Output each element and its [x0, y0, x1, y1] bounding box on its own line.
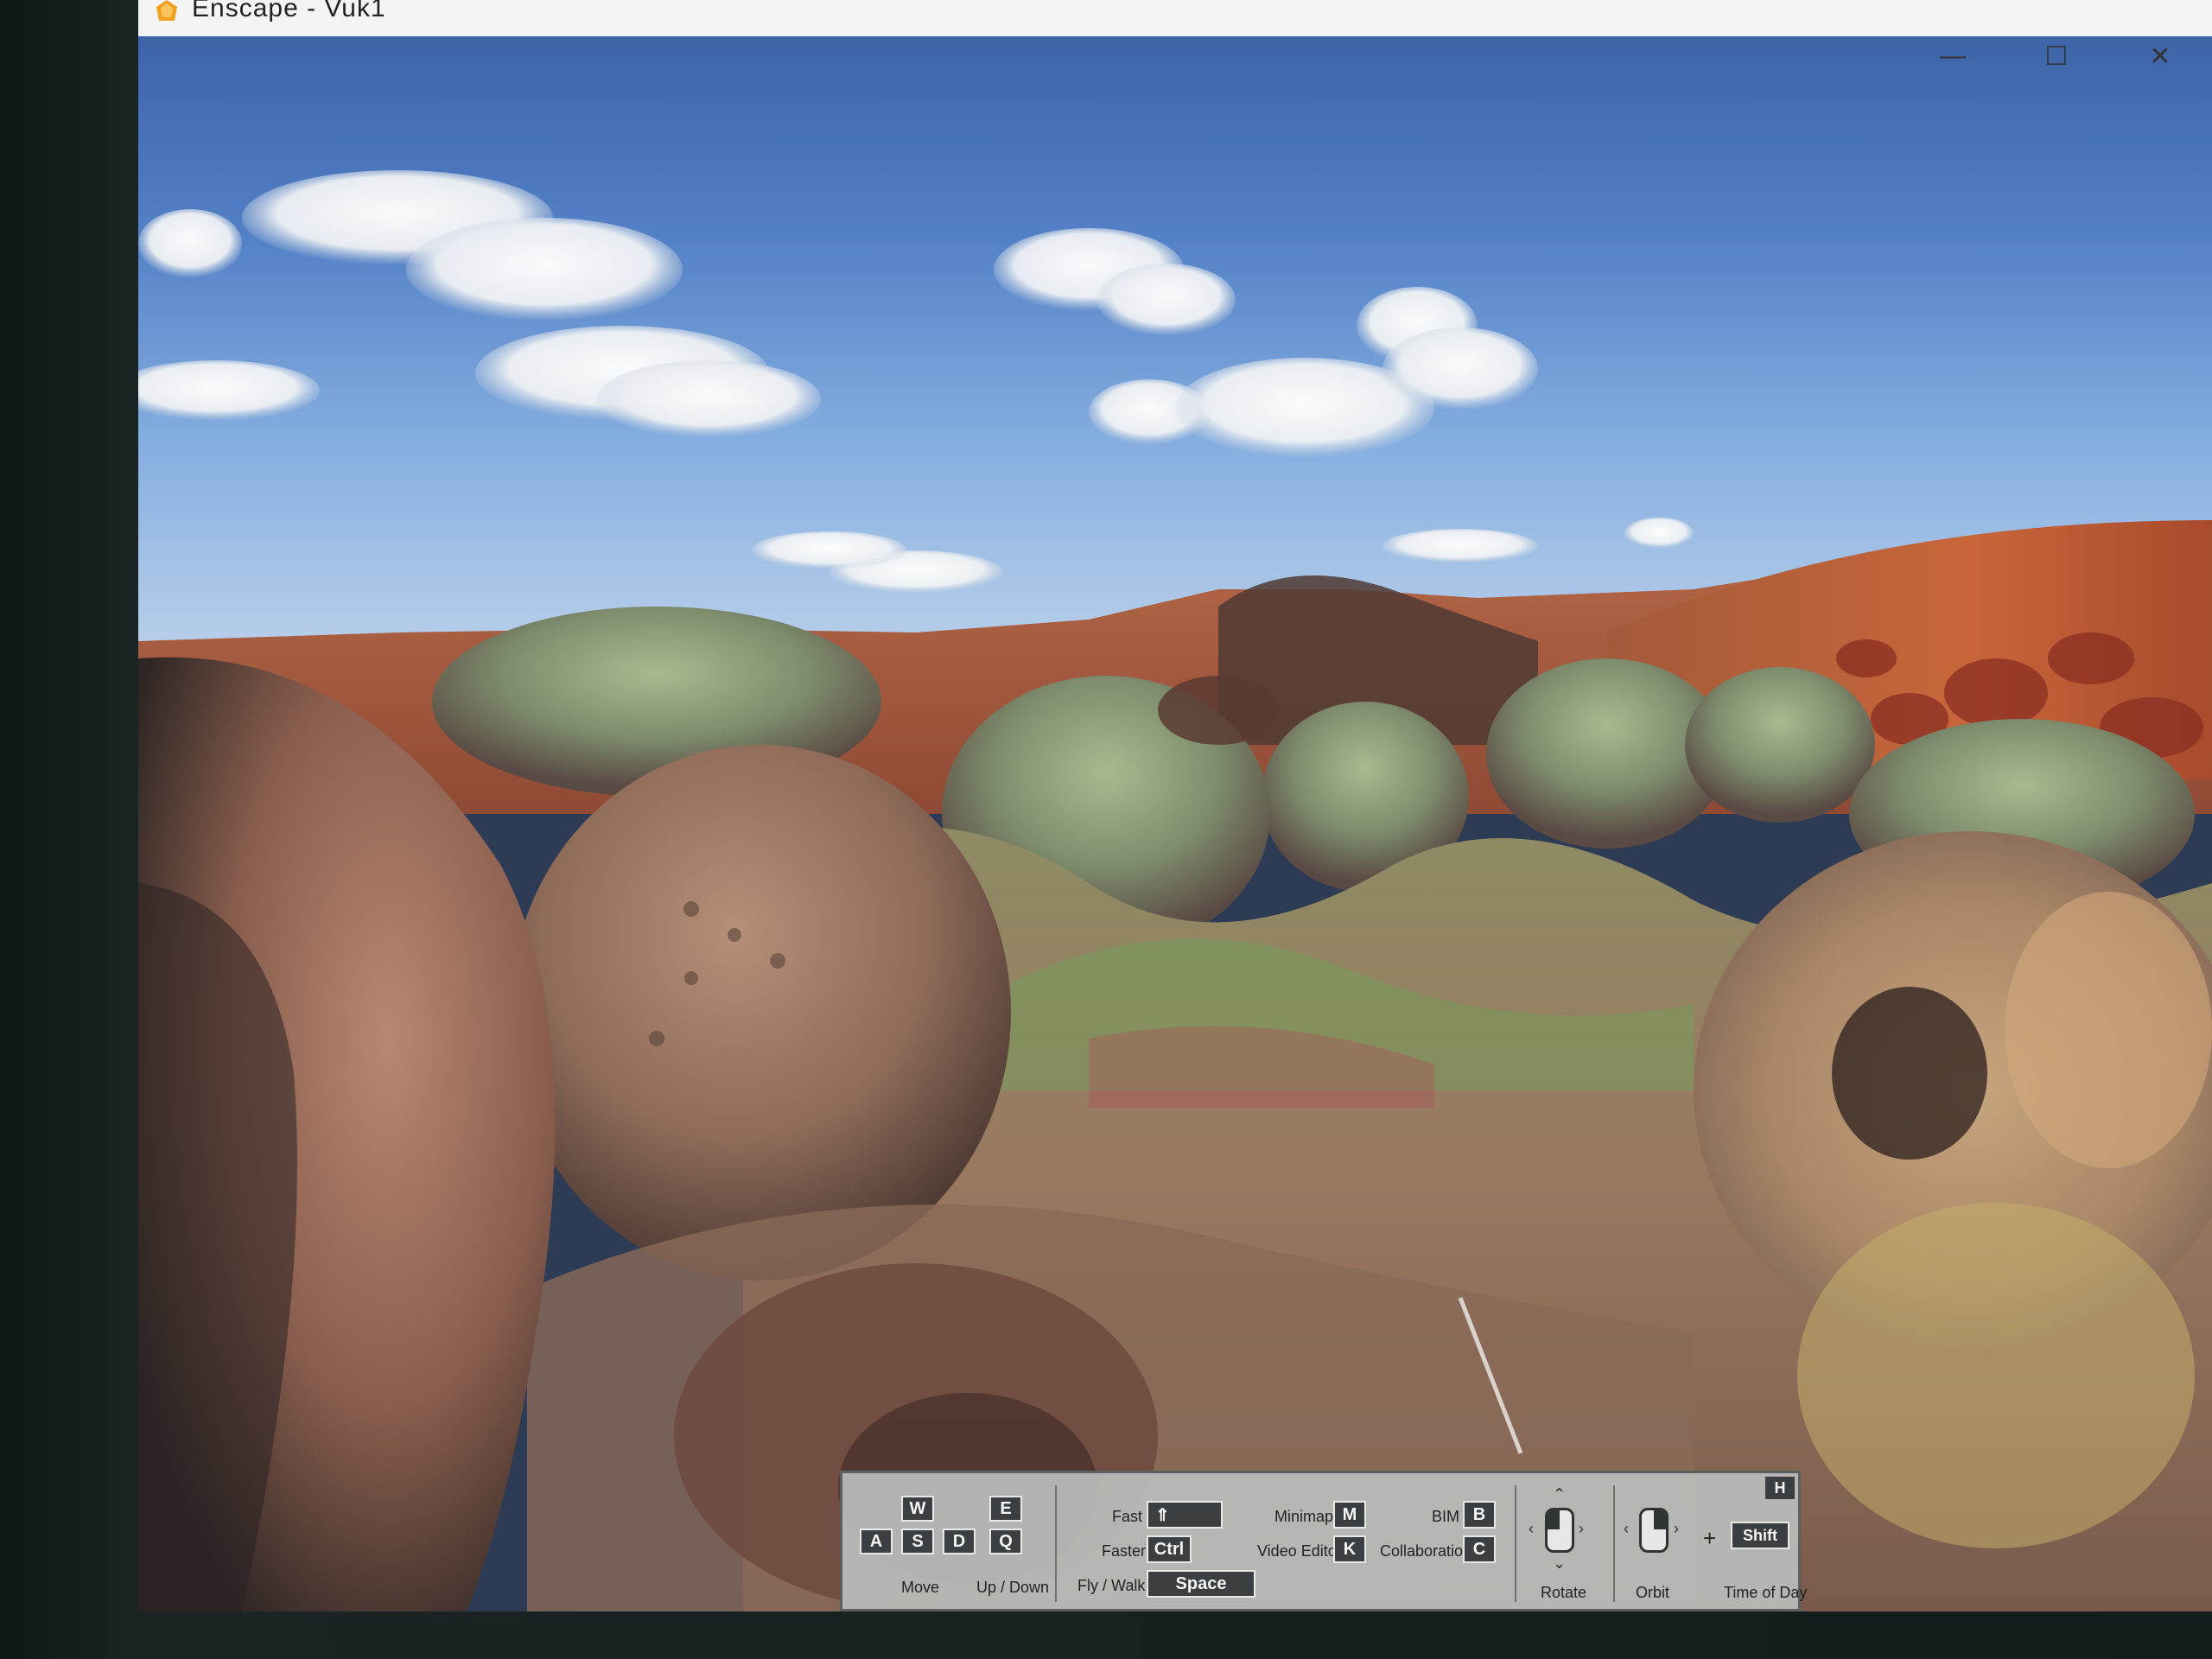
divider — [1515, 1485, 1516, 1602]
key-w: W — [901, 1496, 934, 1522]
maximize-button[interactable]: ☐ — [2005, 35, 2108, 78]
title-bar[interactable]: Enscape - Vuk1 — [138, 0, 2212, 36]
arrow-up-icon: ⌃ — [1553, 1485, 1567, 1503]
3d-viewport[interactable]: H W A S D E Q Move Up / Down Fast ⇑ Fast… — [138, 36, 2212, 1611]
key-m: M — [1333, 1501, 1366, 1529]
key-k: K — [1333, 1535, 1366, 1563]
label-move: Move — [901, 1579, 940, 1596]
key-q: Q — [989, 1529, 1022, 1554]
label-video-editor: Video Editor — [1257, 1542, 1342, 1560]
arrow-down-icon: ⌄ — [1553, 1554, 1567, 1572]
label-minimap: Minimap — [1274, 1508, 1334, 1525]
arrow-left-icon: ‹ — [1529, 1520, 1534, 1537]
key-b: B — [1463, 1501, 1496, 1529]
key-space: Space — [1147, 1570, 1255, 1598]
label-faster: Faster — [1102, 1542, 1147, 1560]
terrain-scene — [138, 170, 2212, 1611]
key-shift: Shift — [1731, 1522, 1789, 1549]
key-e: E — [989, 1496, 1022, 1522]
label-collaboration: Collaboration — [1380, 1542, 1472, 1560]
key-a: A — [860, 1529, 893, 1554]
arrow-right-icon: › — [1579, 1520, 1584, 1537]
minimize-button[interactable]: — — [1901, 35, 2005, 78]
key-d: D — [943, 1529, 976, 1554]
help-toggle-key[interactable]: H — [1765, 1477, 1795, 1499]
label-rotate: Rotate — [1541, 1584, 1587, 1601]
divider — [1613, 1485, 1615, 1602]
arrow-right-icon: › — [1674, 1520, 1679, 1537]
enscape-window: Enscape - Vuk1 H W A S D E Q Move Up / D… — [138, 0, 2212, 1611]
label-bim: BIM — [1432, 1508, 1460, 1525]
divider — [1055, 1485, 1057, 1602]
label-plus: + — [1703, 1525, 1717, 1551]
arrow-left-icon: ‹ — [1624, 1520, 1629, 1537]
window-controls: — ☐ ✕ — [1901, 35, 2212, 78]
label-fly-walk: Fly / Walk — [1077, 1577, 1146, 1594]
key-c: C — [1463, 1535, 1496, 1563]
window-title: Enscape - Vuk1 — [192, 0, 386, 22]
label-up-down: Up / Down — [976, 1579, 1050, 1596]
mouse-right-orbit-icon — [1639, 1508, 1669, 1553]
key-shift-fast: ⇑ — [1147, 1501, 1223, 1529]
navigation-help-panel: H W A S D E Q Move Up / Down Fast ⇑ Fast… — [840, 1471, 1807, 1611]
enscape-logo-icon — [156, 0, 177, 21]
key-s: S — [901, 1529, 934, 1554]
close-button[interactable]: ✕ — [2108, 35, 2212, 78]
key-ctrl: Ctrl — [1147, 1535, 1192, 1563]
label-fast: Fast — [1112, 1508, 1143, 1525]
label-orbit: Orbit — [1636, 1584, 1670, 1601]
label-time-of-day: Time of Day — [1724, 1584, 1808, 1601]
mouse-left-rotate-icon — [1545, 1508, 1574, 1553]
clouds — [138, 170, 2082, 594]
